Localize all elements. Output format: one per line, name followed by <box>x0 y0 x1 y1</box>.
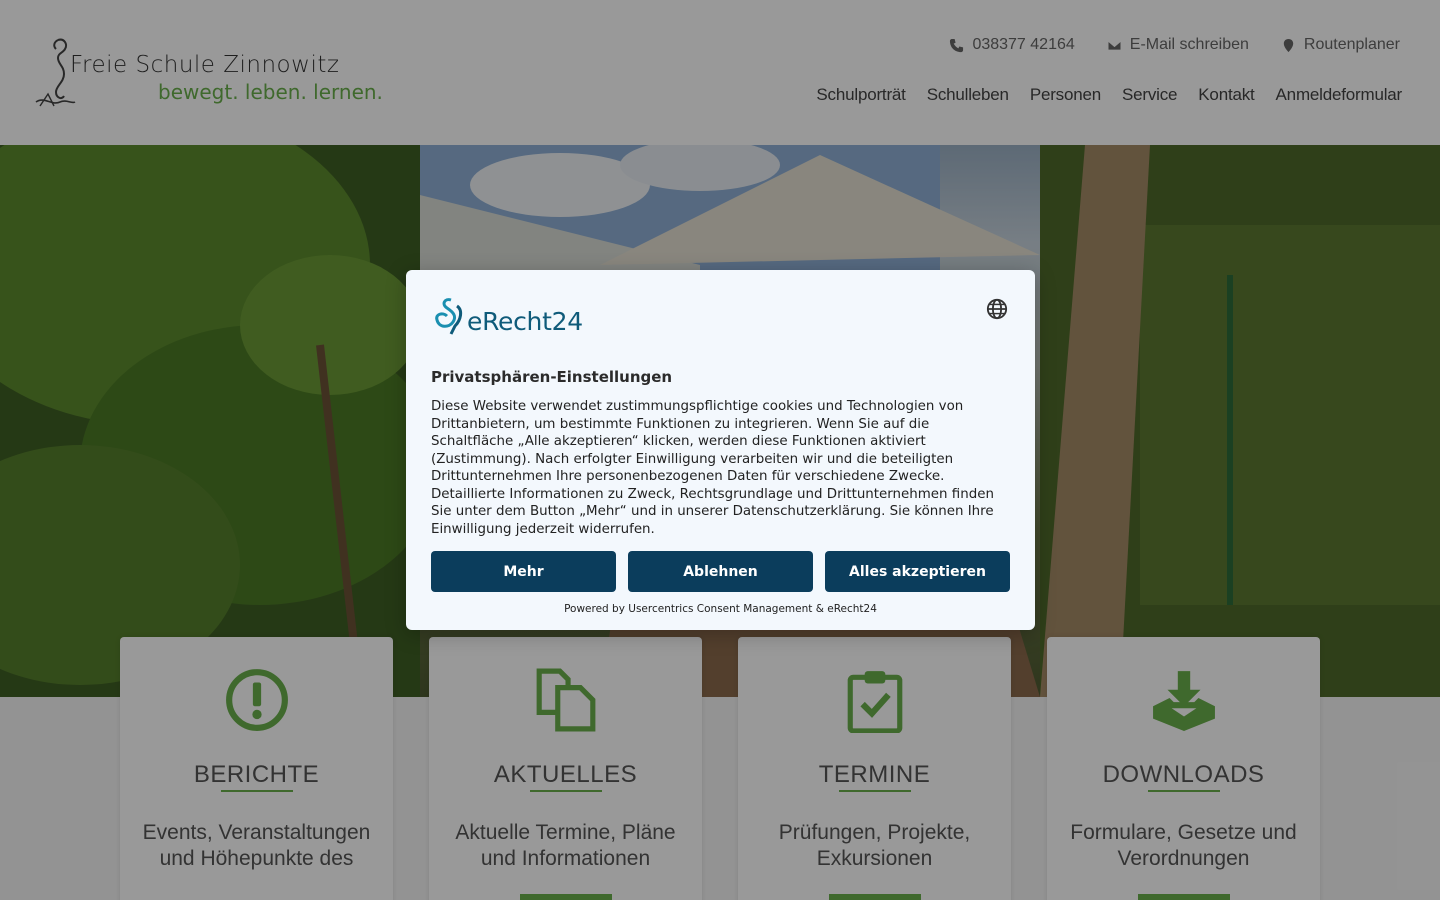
accept-all-button[interactable]: Alles akzeptieren <box>825 551 1010 592</box>
erecht24-logo: eRecht24 <box>431 296 583 336</box>
consent-button-row: Mehr Ablehnen Alles akzeptieren <box>431 551 1010 592</box>
dialog-body-text: Diese Website verwendet zustimmungspflic… <box>431 399 994 537</box>
erecht24-wordmark: eRecht24 <box>467 307 583 336</box>
more-button[interactable]: Mehr <box>431 551 616 592</box>
language-globe-icon[interactable] <box>986 298 1008 320</box>
decline-button[interactable]: Ablehnen <box>628 551 813 592</box>
dialog-title: Privatsphären-Einstellungen <box>431 368 673 386</box>
powered-by-text: Powered by Usercentrics Consent Manageme… <box>564 603 877 615</box>
erecht24-mark-icon <box>435 298 463 335</box>
consent-dialog: eRecht24 Privatsphären-Einstellungen Die… <box>406 270 1035 630</box>
